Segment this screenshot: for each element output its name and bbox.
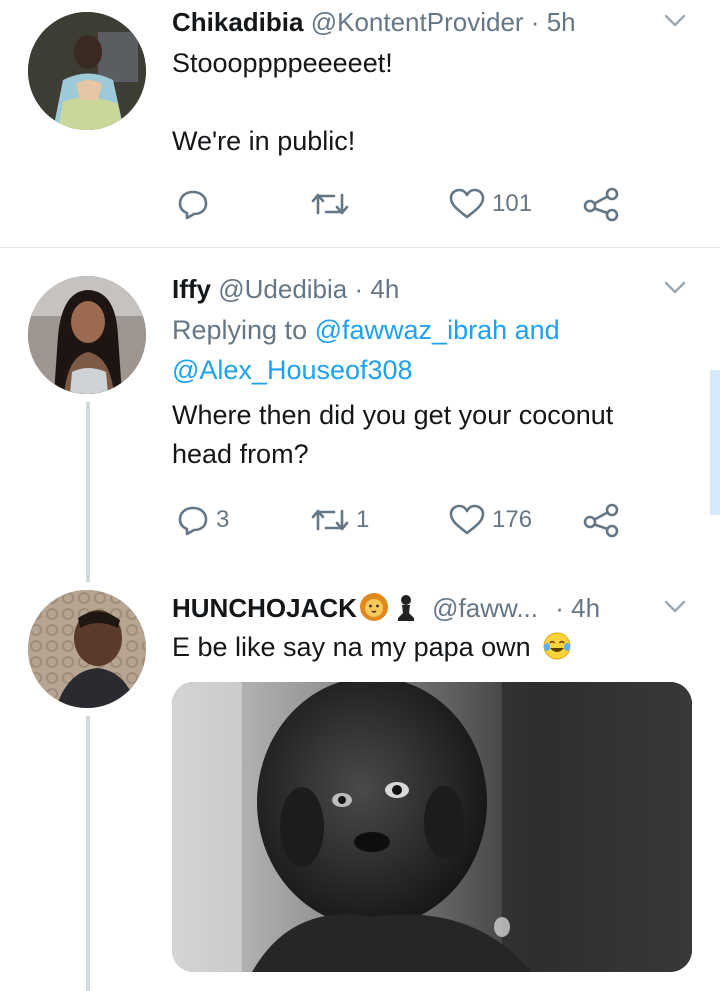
share-icon	[583, 187, 619, 222]
face-with-tears-of-joy-icon	[543, 632, 571, 660]
like-button[interactable]: 176	[448, 498, 532, 542]
chess-pawn-icon	[397, 595, 414, 621]
avatar[interactable]	[28, 276, 146, 394]
tweet-header: Iffy @Udedibia · 4h	[172, 267, 720, 311]
mention-link[interactable]: @Alex_Houseof308	[172, 355, 413, 385]
tweet-text-line: head from?	[172, 439, 309, 469]
author-name[interactable]: Chikadibia	[172, 7, 303, 37]
retweet-icon	[311, 509, 349, 531]
timestamp[interactable]: 4h	[370, 274, 399, 304]
retweet-button[interactable]	[310, 182, 356, 226]
avatar[interactable]	[28, 590, 146, 708]
tweet-media-image[interactable]	[172, 682, 692, 972]
reply-icon	[178, 190, 208, 220]
share-icon	[583, 503, 619, 538]
replying-to: Replying to @fawwaz_ibrah and @Alex_Hous…	[172, 310, 680, 390]
replying-to-label: Replying to	[172, 315, 308, 345]
chevron-down-icon[interactable]	[664, 600, 686, 614]
like-count: 176	[492, 506, 533, 533]
share-button[interactable]	[582, 498, 622, 542]
tweet-header: Chikadibia @KontentProvider · 5h	[172, 0, 720, 44]
separator-dot: ·	[354, 274, 364, 304]
retweet-icon	[311, 193, 349, 215]
chevron-down-icon[interactable]	[664, 281, 686, 295]
avatar-photo	[28, 12, 146, 130]
heart-icon	[449, 188, 485, 219]
scroll-indicator[interactable]	[710, 370, 720, 515]
thread-connector-line	[86, 402, 90, 582]
tweet-text: E be like say na my papa own	[172, 628, 680, 667]
tweet-1[interactable]: Chikadibia @KontentProvider · 5h Stooopp…	[0, 0, 720, 248]
share-button[interactable]	[582, 182, 622, 226]
timestamp[interactable]: 5h	[547, 7, 576, 37]
chevron-down-icon[interactable]	[664, 14, 686, 28]
retweet-button[interactable]: 1	[310, 498, 369, 542]
tweet-header: HUNCHOJACK @faww... · 4h	[172, 586, 720, 630]
heart-icon	[449, 504, 485, 535]
tweet-text-line: Where then did you get your coconut	[172, 400, 614, 430]
tweet-text-line: E be like say na my papa own	[172, 632, 531, 662]
reply-button[interactable]: 3	[176, 498, 229, 542]
author-name[interactable]: Iffy	[172, 274, 211, 304]
like-count: 101	[492, 190, 533, 217]
retweet-count: 1	[356, 506, 370, 533]
author-handle[interactable]: @KontentProvider	[311, 7, 524, 37]
timestamp[interactable]: 4h	[571, 593, 600, 623]
like-button[interactable]: 101	[448, 182, 532, 226]
reply-icon	[178, 506, 208, 536]
tweet-text: Where then did you get your coconut head…	[172, 396, 680, 474]
tweet-2[interactable]: Iffy @Udedibia · 4h Replying to @fawwaz_…	[0, 248, 720, 578]
separator-dot: ·	[530, 7, 540, 37]
tweet-text-line: We're in public!	[172, 126, 356, 156]
separator-dot: ·	[555, 593, 564, 623]
reply-count: 3	[216, 506, 230, 533]
author-handle[interactable]: @Udedibia	[218, 274, 347, 304]
replying-and: and	[514, 315, 560, 345]
media-photo	[172, 682, 692, 972]
reply-button[interactable]	[176, 182, 216, 226]
author-handle[interactable]: @faww...	[432, 593, 538, 623]
tweet-text: Stoooppppeeeeet! We're in public!	[172, 44, 680, 161]
tweet-text-line	[172, 83, 680, 122]
avatar-photo	[28, 276, 146, 394]
avatar-photo	[28, 590, 146, 708]
author-name[interactable]: HUNCHOJACK	[172, 593, 357, 623]
mention-link[interactable]: @fawwaz_ibrah	[315, 315, 508, 345]
tweet-text-line: Stoooppppeeeeet!	[172, 48, 393, 78]
tweet-actions: 3 1 176	[172, 498, 632, 542]
lion-face-icon	[359, 593, 388, 621]
avatar[interactable]	[28, 12, 146, 130]
tweet-actions: 101	[172, 182, 632, 226]
